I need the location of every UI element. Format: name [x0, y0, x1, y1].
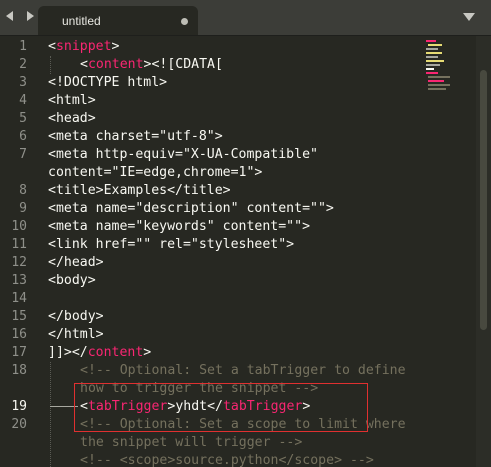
- code-line-17: ]]></content>: [48, 344, 151, 362]
- minimap-line: [426, 72, 438, 74]
- line-number: 7: [19, 147, 27, 162]
- line-number: 9: [19, 201, 27, 216]
- minimap-line: [426, 40, 436, 42]
- code-line-1: <snippet>: [48, 38, 119, 56]
- tag-name: snippet: [55, 39, 112, 54]
- cdata-open: ><![CDATA[: [143, 57, 223, 72]
- code-line-8: <title>Examples</title>: [48, 183, 231, 198]
- minimap-line: [428, 80, 444, 82]
- minimap-line: [428, 44, 442, 46]
- code-line-18a: <!-- Optional: Set a tabTrigger to defin…: [80, 363, 406, 378]
- minimap-line: [428, 84, 450, 86]
- scrollbar-thumb[interactable]: [480, 70, 487, 330]
- bracket: >: [143, 345, 152, 360]
- minimap-line: [426, 68, 434, 70]
- line-number: 20: [11, 417, 27, 432]
- highlight-box: [74, 383, 368, 432]
- code-line-13: <body>: [48, 273, 96, 288]
- line-number-gutter: 1 2 3 4 5 6 7 8 9 10 11 12 13 14 15 16 1…: [0, 35, 40, 467]
- line-number: 4: [19, 93, 27, 108]
- line-number: 18: [11, 363, 27, 378]
- minimap-line: [426, 56, 438, 58]
- tag-name: content: [87, 57, 144, 72]
- line-number: 1: [19, 39, 27, 54]
- line-number: 16: [11, 327, 27, 342]
- minimap-line: [426, 52, 442, 54]
- code-line-16: </html>: [48, 327, 104, 342]
- code-line-11: <link href="" rel="stylesheet">: [48, 237, 295, 252]
- minimap-line: [428, 76, 450, 78]
- line-number: 8: [19, 183, 27, 198]
- bracket: <: [48, 39, 56, 54]
- cdata-close: ]]></: [48, 345, 88, 360]
- code-line-2: <content><![CDATA[: [80, 56, 223, 74]
- code-line-5: <head>: [48, 111, 96, 126]
- line-number-active: 19: [11, 399, 27, 414]
- line-number: 5: [19, 111, 27, 126]
- line-number: 12: [11, 255, 27, 270]
- line-number: 6: [19, 129, 27, 144]
- code-line-6: <meta charset="utf-8">: [48, 129, 223, 144]
- tab-bar: untitled: [0, 0, 491, 36]
- code-line-3: <!DOCTYPE html>: [48, 75, 168, 90]
- nav-arrows: [2, 8, 38, 24]
- line-number: 14: [11, 291, 27, 306]
- code-line-7b: content="IE=edge,chrome=1">: [48, 165, 263, 180]
- code-line-21: <!-- <scope>source.python</scope> -->: [80, 453, 374, 467]
- bracket: >: [111, 39, 120, 54]
- code-line-12: </head>: [48, 255, 104, 270]
- left-triangle-icon[interactable]: [2, 8, 18, 24]
- tab-untitled[interactable]: untitled: [38, 6, 198, 35]
- down-triangle-icon[interactable]: [463, 12, 475, 22]
- line-number: 2: [19, 57, 27, 72]
- code-line-20b: the snippet will trigger -->: [80, 435, 303, 450]
- indent-guide: [50, 362, 51, 467]
- line-number: 11: [11, 237, 27, 252]
- line-number: 3: [19, 75, 27, 90]
- code-line-4: <html>: [48, 93, 96, 108]
- line-number: 10: [11, 219, 27, 234]
- minimap-line: [426, 60, 444, 62]
- indent-guide: [50, 56, 51, 74]
- line-number: 13: [11, 273, 27, 288]
- dot-icon[interactable]: [181, 18, 188, 25]
- tab-title: untitled: [62, 14, 101, 28]
- code-line-15: </body>: [48, 309, 104, 324]
- right-triangle-icon[interactable]: [22, 8, 38, 24]
- tag-name: content: [87, 345, 144, 360]
- line-number: 15: [11, 309, 27, 324]
- line-number: 17: [11, 345, 27, 360]
- bracket: <: [80, 57, 88, 72]
- minimap[interactable]: [424, 38, 474, 98]
- code-line-7a: <meta http-equiv="X-UA-Compatible": [48, 147, 318, 162]
- minimap-line: [426, 64, 440, 66]
- code-line-10: <meta name="keywords" content="">: [48, 219, 311, 234]
- code-line-9: <meta name="description" content="">: [48, 201, 334, 216]
- minimap-line: [428, 88, 446, 90]
- minimap-line: [426, 48, 438, 50]
